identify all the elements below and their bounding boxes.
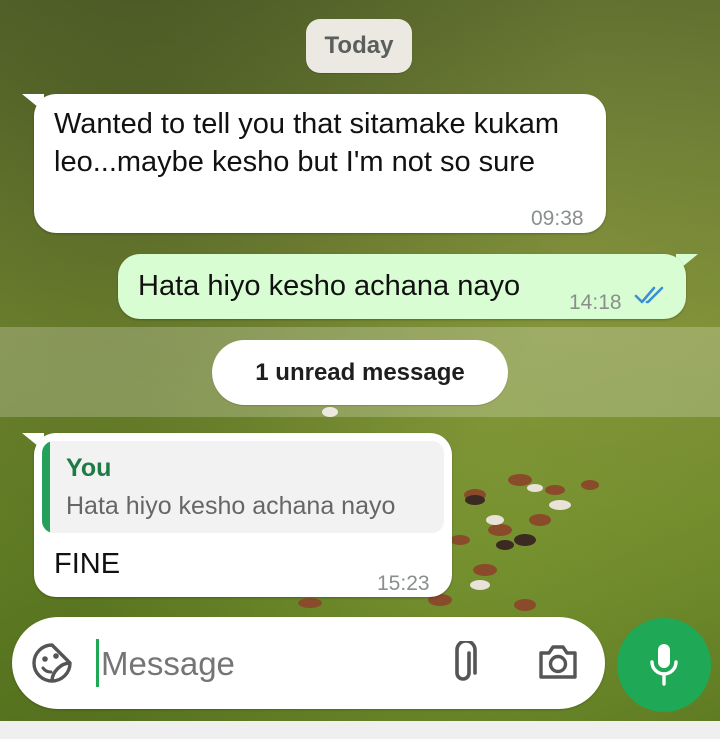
message-input[interactable]: [99, 635, 423, 693]
message-time: 09:38: [531, 207, 584, 230]
message-time: 15:23: [377, 572, 430, 595]
sticker-icon[interactable]: [31, 642, 73, 684]
voice-record-button[interactable]: [617, 618, 711, 712]
microphone-icon: [650, 644, 678, 686]
unread-banner: 1 unread message: [212, 340, 508, 405]
quote-accent-bar: [42, 441, 50, 533]
date-separator-label: Today: [324, 32, 394, 59]
quoted-message[interactable]: You Hata hiyo kesho achana nayo: [42, 441, 444, 533]
quoted-text: Hata hiyo kesho achana nayo: [66, 492, 396, 520]
message-time: 14:18: [569, 291, 622, 314]
paperclip-icon[interactable]: [449, 641, 479, 687]
quoted-sender: You: [66, 454, 112, 482]
message-text: Wanted to tell you that sitamake kukam l…: [54, 108, 560, 178]
outgoing-message[interactable]: Hata hiyo kesho achana nayo 14:18: [118, 254, 686, 319]
incoming-reply-message[interactable]: You Hata hiyo kesho achana nayo FINE 15:…: [34, 433, 452, 597]
message-text: FINE: [54, 548, 121, 580]
unread-banner-label: 1 unread message: [255, 359, 465, 386]
message-text: Hata hiyo kesho achana nayo: [138, 270, 521, 302]
double-check-icon: [634, 286, 664, 304]
system-navigation-bar: [0, 721, 720, 739]
message-composer: [12, 617, 605, 709]
camera-icon[interactable]: [537, 643, 579, 681]
incoming-message[interactable]: Wanted to tell you that sitamake kukam l…: [34, 94, 606, 233]
date-separator: Today: [306, 19, 412, 73]
